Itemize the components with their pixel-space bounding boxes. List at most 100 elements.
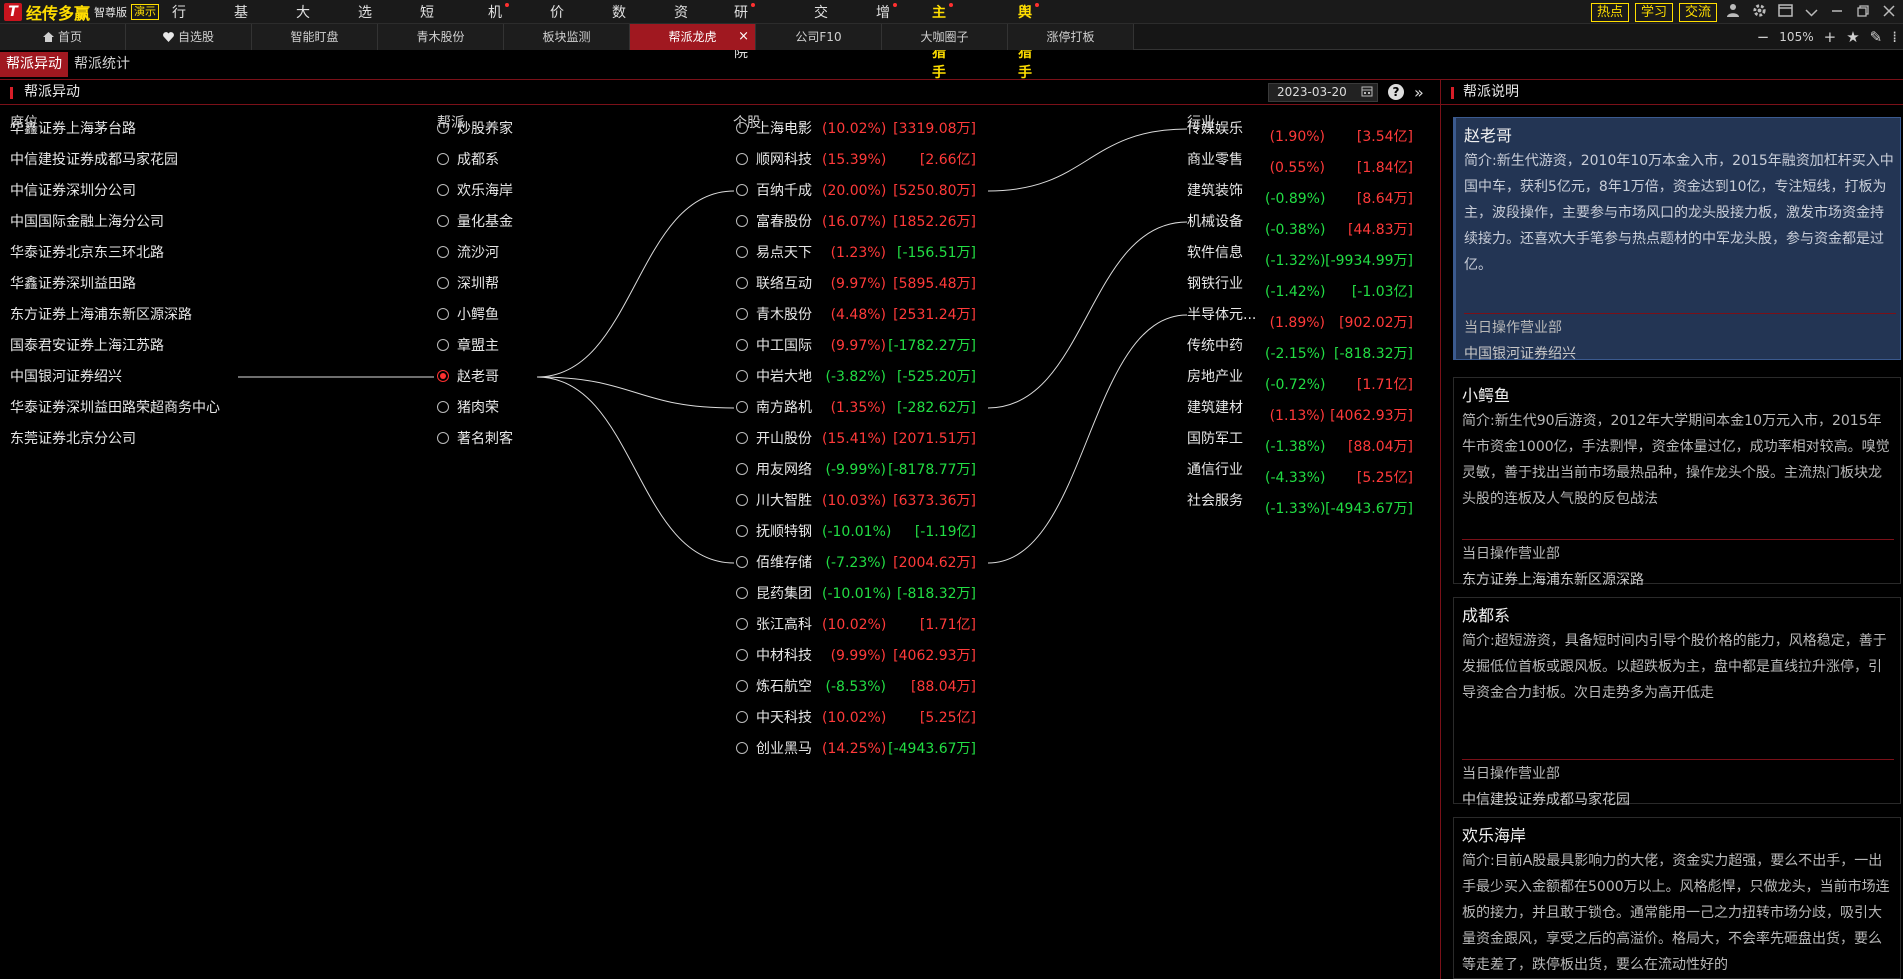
seat-row[interactable]: 中国国际金融上海分公司 <box>10 210 164 234</box>
industry-row[interactable]: 通信行业 (-4.33%) [5.25亿] <box>1187 458 1413 486</box>
gang-radio[interactable] <box>437 308 449 320</box>
stock-row[interactable]: 川大智胜 (10.03%) [6373.36万] <box>736 489 976 513</box>
tab-2[interactable]: 智能盯盘 <box>252 24 378 50</box>
stock-radio[interactable] <box>736 122 748 134</box>
stock-radio[interactable] <box>736 153 748 165</box>
gang-radio[interactable] <box>437 277 449 289</box>
industry-row[interactable]: 社会服务 (-1.33%)[-4943.67万] <box>1187 489 1413 517</box>
stock-radio[interactable] <box>736 494 748 506</box>
seat-row[interactable]: 中信证券深圳分公司 <box>10 179 136 203</box>
tab-7[interactable]: 大咖圈子 <box>882 24 1008 50</box>
industry-row[interactable]: 房地产业 (-0.72%) [1.71亿] <box>1187 365 1413 393</box>
stock-radio[interactable] <box>736 587 748 599</box>
stock-radio[interactable] <box>736 711 748 723</box>
stock-row[interactable]: 中岩大地 (-3.82%) [-525.20万] <box>736 365 976 389</box>
exchange-button[interactable]: 交流 <box>1678 2 1717 22</box>
stock-row[interactable]: 顺网科技 (15.39%) [2.66亿] <box>736 148 976 172</box>
chevron-down-icon[interactable] <box>1801 3 1821 21</box>
calendar-icon[interactable] <box>1361 84 1373 101</box>
hot-button[interactable]: 热点 <box>1590 2 1629 22</box>
tab-close-icon[interactable]: × <box>738 24 749 50</box>
gang-row[interactable]: 深圳帮 <box>437 272 499 296</box>
gang-radio[interactable] <box>437 122 449 134</box>
gang-row[interactable]: 小鳄鱼 <box>437 303 499 327</box>
stock-radio[interactable] <box>736 463 748 475</box>
industry-row[interactable]: 传统中药 (-2.15%) [-818.32万] <box>1187 334 1413 362</box>
industry-row[interactable]: 钢铁行业 (-1.42%) [-1.03亿] <box>1187 272 1413 300</box>
stock-row[interactable]: 佰维存储 (-7.23%) [2004.62万] <box>736 551 976 575</box>
gang-row[interactable]: 炒股养家 <box>437 117 513 141</box>
stock-row[interactable]: 昆药集团 (-10.01%) [-818.32万] <box>736 582 976 606</box>
gang-card[interactable]: 成都系 简介:超短游资，具备短时间内引导个股价格的能力，风格稳定，善于发掘低位首板… <box>1453 597 1901 808</box>
gang-row[interactable]: 量化基金 <box>437 210 513 234</box>
industry-row[interactable]: 建筑装饰 (-0.89%) [8.64万] <box>1187 179 1413 207</box>
stock-row[interactable]: 开山股份 (15.41%) [2071.51万] <box>736 427 976 451</box>
industry-row[interactable]: 商业零售 (0.55%) [1.84亿] <box>1187 148 1413 176</box>
gang-row[interactable]: 章盟主 <box>437 334 499 358</box>
seat-row[interactable]: 国泰君安证券上海江苏路 <box>10 334 164 358</box>
gang-row[interactable]: 猪肉荣 <box>437 396 499 420</box>
gang-row[interactable]: 著名刺客 <box>437 427 513 451</box>
stock-radio[interactable] <box>736 370 748 382</box>
gang-row[interactable]: 欢乐海岸 <box>437 179 513 203</box>
stock-radio[interactable] <box>736 246 748 258</box>
stock-row[interactable]: 联络互动 (9.97%) [5895.48万] <box>736 272 976 296</box>
industry-row[interactable]: 传媒娱乐 (1.90%) [3.54亿] <box>1187 117 1413 145</box>
tab-5[interactable]: 帮派龙虎 × <box>630 24 756 50</box>
gang-card[interactable]: 赵老哥 简介:新生代游资，2010年10万本金入市，2015年融资加杠杆买入中国中… <box>1453 117 1901 362</box>
tab-6[interactable]: 公司F10 <box>756 24 882 50</box>
industry-row[interactable]: 建筑建材 (1.13%) [4062.93万] <box>1187 396 1413 424</box>
stock-row[interactable]: 中天科技 (10.02%) [5.25亿] <box>736 706 976 730</box>
stock-row[interactable]: 张江高科 (10.02%) [1.71亿] <box>736 613 976 637</box>
tab-0[interactable]: 首页 <box>0 24 126 50</box>
gang-radio[interactable] <box>437 246 449 258</box>
pen-icon[interactable]: ✎ <box>1870 28 1883 46</box>
stock-radio[interactable] <box>736 401 748 413</box>
stock-row[interactable]: 用友网络 (-9.99%) [-8178.77万] <box>736 458 976 482</box>
tab-3[interactable]: 青木股份 <box>378 24 504 50</box>
gang-radio[interactable] <box>437 370 449 382</box>
stock-row[interactable]: 青木股份 (4.48%) [2531.24万] <box>736 303 976 327</box>
gang-row[interactable]: 成都系 <box>437 148 499 172</box>
seat-row[interactable]: 华鑫证券上海茅台路 <box>10 117 136 141</box>
seat-row[interactable]: 华泰证券深圳益田路荣超商务中心 <box>10 396 220 420</box>
seat-row[interactable]: 华泰证券北京东三环北路 <box>10 241 164 265</box>
stock-row[interactable]: 上海电影 (10.02%) [3319.08万] <box>736 117 976 141</box>
gang-radio[interactable] <box>437 153 449 165</box>
gang-card[interactable]: 小鳄鱼 简介:新生代90后游资，2012年大学期间本金10万元入市，2015年牛市… <box>1453 377 1901 588</box>
star-icon[interactable]: ★ <box>1846 28 1859 46</box>
expand-icon[interactable]: » <box>1414 80 1424 105</box>
subtab-0[interactable]: 帮派异动 <box>0 52 68 77</box>
date-picker[interactable]: 2023-03-20 <box>1268 83 1378 102</box>
zoom-in-button[interactable]: + <box>1824 28 1837 46</box>
help-icon[interactable]: ? <box>1388 84 1404 100</box>
stock-row[interactable]: 南方路机 (1.35%) [-282.62万] <box>736 396 976 420</box>
stock-radio[interactable] <box>736 277 748 289</box>
zoom-out-button[interactable]: − <box>1757 28 1770 46</box>
user-icon[interactable] <box>1723 3 1743 21</box>
learn-button[interactable]: 学习 <box>1634 2 1673 22</box>
stock-radio[interactable] <box>736 215 748 227</box>
industry-row[interactable]: 软件信息 (-1.32%)[-9934.99万] <box>1187 241 1413 269</box>
stock-row[interactable]: 创业黑马 (14.25%) [-4943.67万] <box>736 737 976 761</box>
subtab-1[interactable]: 帮派统计 <box>68 52 136 77</box>
tab-1[interactable]: 自选股 <box>126 24 252 50</box>
tab-8[interactable]: 涨停打板 <box>1008 24 1134 50</box>
panel-toggle-icon[interactable]: ⁞ <box>1892 28 1897 46</box>
gang-radio[interactable] <box>437 401 449 413</box>
seat-row[interactable]: 东方证券上海浦东新区源深路 <box>10 303 192 327</box>
stock-radio[interactable] <box>736 649 748 661</box>
stock-radio[interactable] <box>736 742 748 754</box>
stock-row[interactable]: 炼石航空 (-8.53%) [88.04万] <box>736 675 976 699</box>
gang-card[interactable]: 欢乐海岸 简介:目前A股最具影响力的大佬，资金实力超强，要么不出手，一出手最少买入… <box>1453 817 1901 979</box>
seat-row[interactable]: 华鑫证券深圳益田路 <box>10 272 136 296</box>
stock-row[interactable]: 中材科技 (9.99%) [4062.93万] <box>736 644 976 668</box>
stock-radio[interactable] <box>736 556 748 568</box>
stock-row[interactable]: 抚顺特钢 (-10.01%) [-1.19亿] <box>736 520 976 544</box>
gang-row[interactable]: 赵老哥 <box>437 365 499 389</box>
seat-row[interactable]: 中信建投证券成都马家花园 <box>10 148 178 172</box>
stock-row[interactable]: 易点天下 (1.23%) [-156.51万] <box>736 241 976 265</box>
tab-4[interactable]: 板块监测 <box>504 24 630 50</box>
close-icon[interactable] <box>1879 3 1899 21</box>
gang-radio[interactable] <box>437 339 449 351</box>
